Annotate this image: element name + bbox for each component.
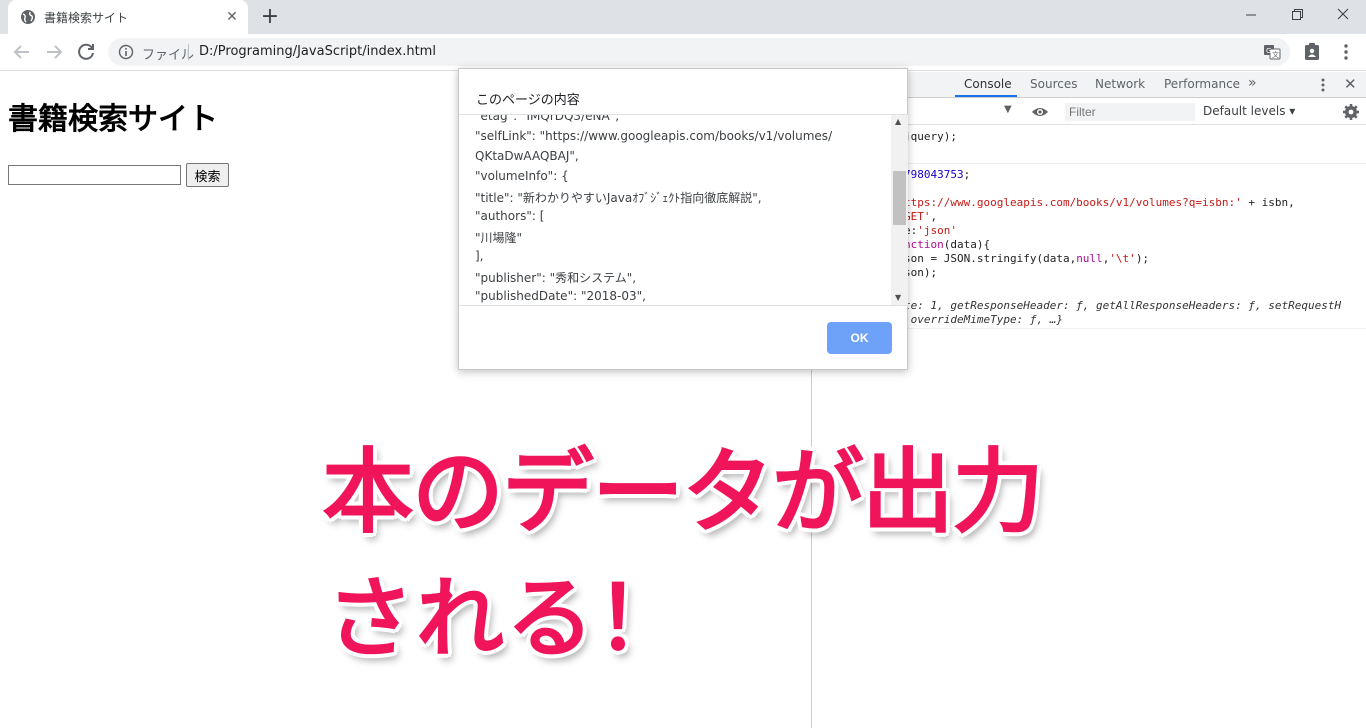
gear-icon[interactable] xyxy=(1342,103,1360,121)
omnibox-divider xyxy=(188,44,189,60)
console-line: GET', xyxy=(904,210,938,223)
devtools-menu-icon[interactable] xyxy=(1315,76,1331,94)
console-line: ttps://www.googleapis.com/books/v1/volum… xyxy=(904,196,1295,209)
tab-performance[interactable]: Performance xyxy=(1164,77,1240,91)
log-levels-dropdown[interactable]: Default levels ▾ xyxy=(1203,104,1295,118)
message-line: ], xyxy=(475,249,484,263)
more-tabs-icon[interactable]: » xyxy=(1248,75,1257,91)
tab-title: 書籍検索サイト xyxy=(44,11,129,25)
console-filter-input[interactable] xyxy=(1065,103,1195,121)
tab-close-icon[interactable]: ✕ xyxy=(224,9,240,25)
protocol-chip: ファイル xyxy=(142,48,195,63)
svg-text:G: G xyxy=(1266,47,1271,55)
browser-tab[interactable]: 書籍検索サイト ✕ xyxy=(8,0,248,34)
eye-icon[interactable] xyxy=(1031,104,1049,120)
globe-icon xyxy=(21,10,35,24)
message-line: "selfLink": "https://www.googleapis.com/… xyxy=(475,129,833,143)
minimize-icon[interactable] xyxy=(1228,0,1274,30)
scroll-down-icon[interactable]: ▼ xyxy=(895,293,901,302)
tab-console[interactable]: Console xyxy=(964,77,1012,91)
svg-text:文: 文 xyxy=(1272,50,1279,59)
extension-icon[interactable] xyxy=(1302,42,1322,62)
console-line: nction(data){ xyxy=(904,238,991,251)
console-line: jquery); xyxy=(904,130,957,143)
tab-strip: 書籍検索サイト ✕ + xyxy=(0,0,1366,34)
search-input[interactable] xyxy=(8,165,181,185)
forward-icon[interactable] xyxy=(42,40,66,64)
message-line: "authors": [ xyxy=(475,209,545,223)
menu-icon[interactable] xyxy=(1336,42,1356,62)
message-line: QKtaDwAAQBAJ", xyxy=(475,149,579,163)
maximize-icon[interactable] xyxy=(1274,0,1320,30)
close-window-icon[interactable] xyxy=(1320,0,1366,30)
console-line: overrideMimeType: ƒ, …} xyxy=(904,313,1063,326)
tab-sources[interactable]: Sources xyxy=(1030,77,1077,91)
ok-button[interactable]: OK xyxy=(827,322,892,354)
caption-line-1: 本のデータが出力 xyxy=(322,439,1044,546)
message-line: "publishedDate": "2018-03", xyxy=(475,289,646,303)
context-dropdown-icon[interactable]: ▼ xyxy=(1004,104,1012,115)
page-title: 書籍検索サイト xyxy=(8,102,218,137)
alert-dialog: このページの内容 "etag": "IMQrDQ3/eNA", "selfLin… xyxy=(458,68,908,370)
active-tab-indicator xyxy=(955,95,1017,97)
message-line: "title": "新わかりやすいJavaｵﾌﾞｼﾞｪｸﾄ指向徹底解説", xyxy=(475,191,762,205)
dialog-message[interactable]: "etag": "IMQrDQ3/eNA", "selfLink": "http… xyxy=(459,114,908,306)
browser-toolbar: ファイル D:/Programing/JavaScript/index.html… xyxy=(0,34,1366,71)
scroll-thumb[interactable] xyxy=(893,171,906,225)
info-icon[interactable] xyxy=(118,44,134,60)
console-line: son = JSON.stringify(data,null,'\t'); xyxy=(904,252,1150,265)
back-icon[interactable] xyxy=(10,40,34,64)
message-line: "etag": "IMQrDQ3/eNA", xyxy=(475,114,620,123)
message-line: "川場隆" xyxy=(475,231,523,245)
translate-icon[interactable]: G 文 xyxy=(1263,43,1281,61)
caption-line-2: される！ xyxy=(326,567,687,670)
dialog-scrollbar[interactable]: ▲ ▼ xyxy=(891,115,908,305)
message-line: "publisher": "秀和システム", xyxy=(475,271,637,285)
address-bar[interactable]: ファイル D:/Programing/JavaScript/index.html… xyxy=(108,38,1290,66)
tab-network[interactable]: Network xyxy=(1095,77,1145,91)
url-text[interactable]: D:/Programing/JavaScript/index.html xyxy=(199,44,436,59)
message-line: "volumeInfo": { xyxy=(475,169,569,183)
console-line: son); xyxy=(904,266,938,279)
reload-icon[interactable] xyxy=(74,40,98,64)
console-line: e:'json' xyxy=(904,224,957,237)
console-line: 798043753; xyxy=(904,168,971,181)
search-button[interactable]: 検索 xyxy=(186,163,229,187)
console-line: te: 1, getResponseHeader: ƒ, getAllRespo… xyxy=(904,299,1342,312)
scroll-up-icon[interactable]: ▲ xyxy=(895,117,901,126)
devtools-close-icon[interactable]: ✕ xyxy=(1344,75,1357,93)
dialog-title: このページの内容 xyxy=(476,93,580,108)
new-tab-button[interactable]: + xyxy=(258,6,282,30)
